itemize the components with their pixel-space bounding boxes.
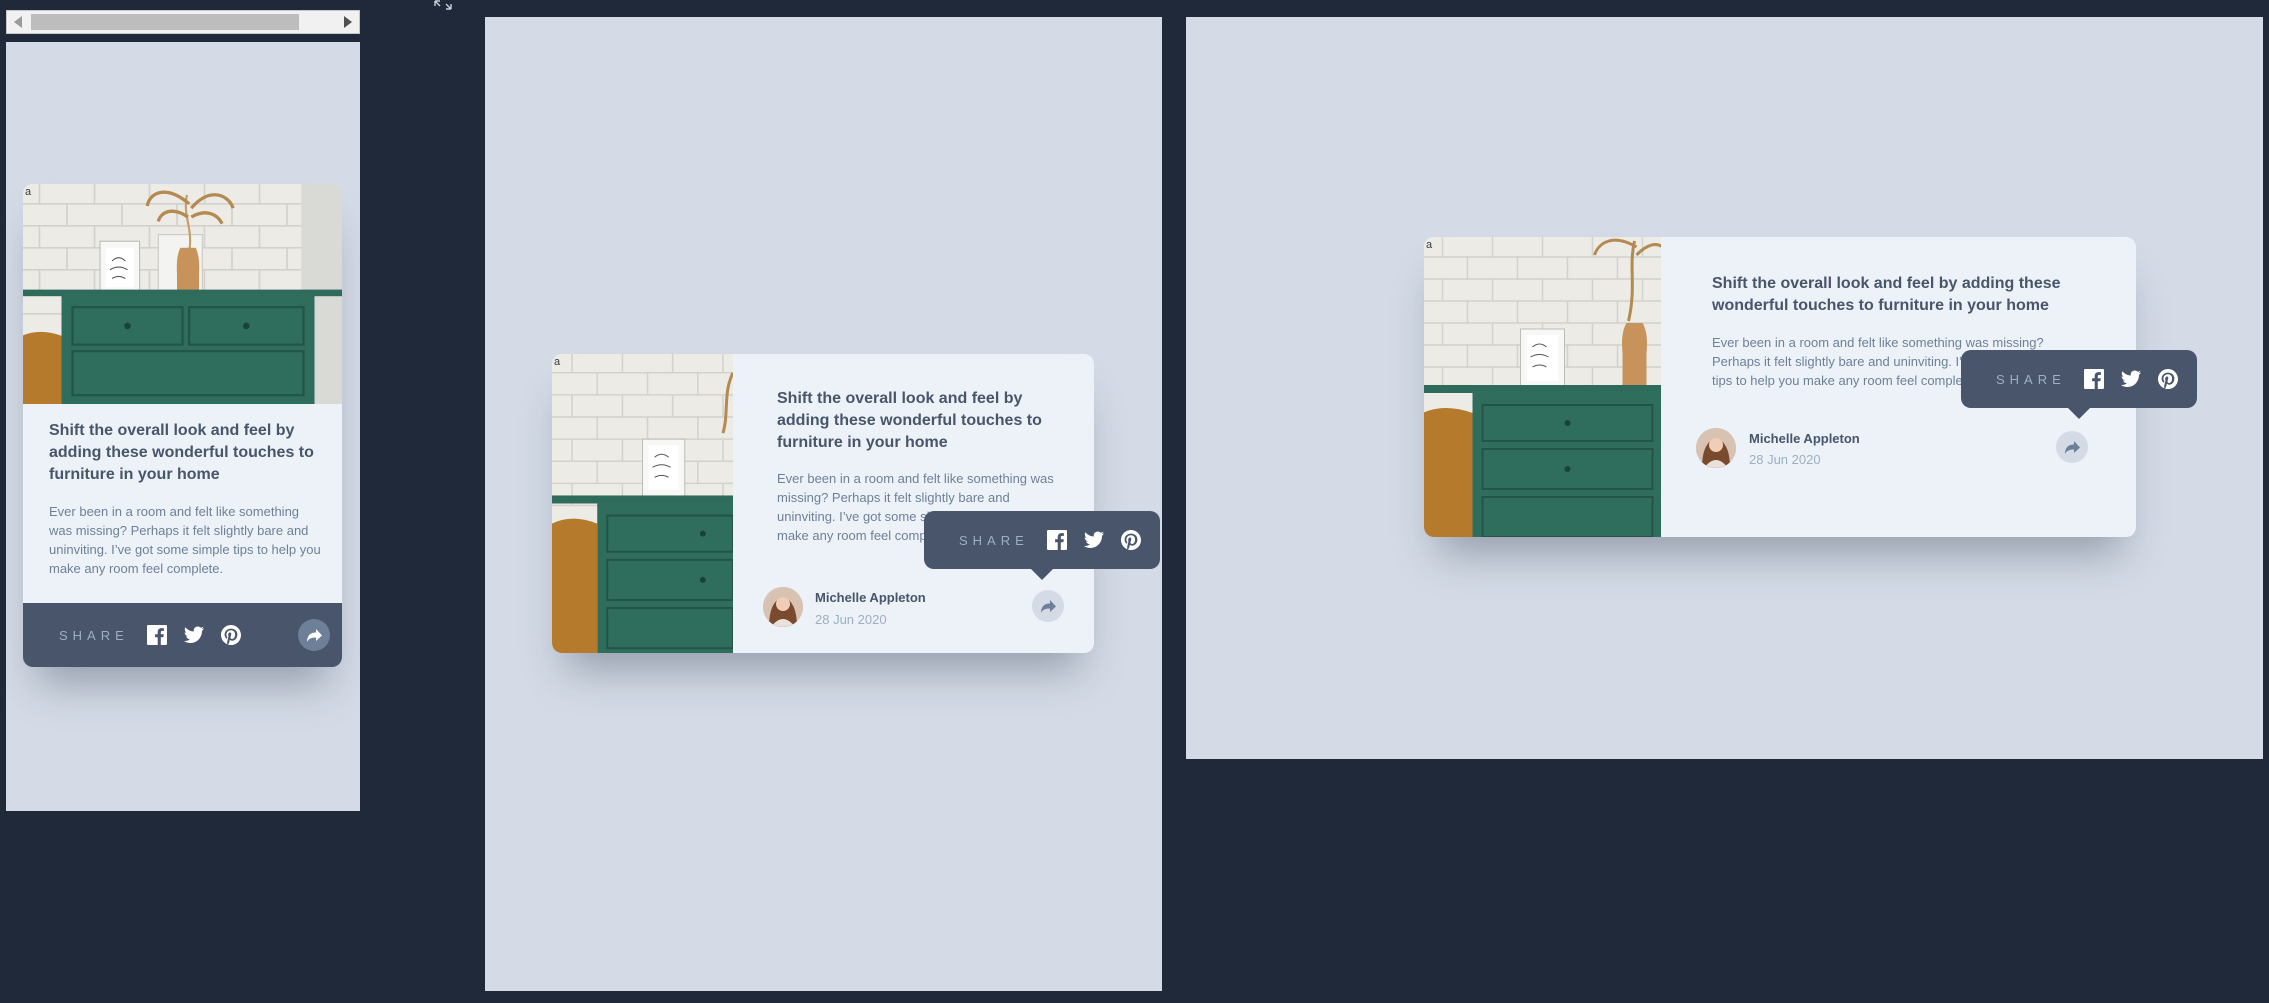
twitter-icon[interactable] bbox=[183, 625, 204, 645]
author-name: Michelle Appleton bbox=[815, 590, 926, 605]
article-title: Shift the overall look and feel by addin… bbox=[49, 422, 314, 483]
scroll-right-arrow-icon[interactable] bbox=[344, 16, 352, 28]
avatar bbox=[1696, 428, 1736, 468]
avatar bbox=[763, 587, 803, 627]
share-toggle-button[interactable] bbox=[2056, 431, 2088, 463]
article-photo: a bbox=[552, 354, 733, 653]
drawers-photo bbox=[1424, 237, 1661, 537]
share-arrow-icon bbox=[1040, 599, 1056, 613]
scroll-left-arrow-icon[interactable] bbox=[14, 16, 22, 28]
publish-date: 28 Jun 2020 bbox=[1749, 452, 1821, 467]
horizontal-scrollbar[interactable] bbox=[6, 10, 360, 34]
article-card: a Shift the overall look and feel by add… bbox=[23, 184, 342, 667]
article-card: a Shift the overall look and feel by add… bbox=[552, 354, 1094, 653]
drawers-photo bbox=[552, 354, 733, 653]
twitter-icon[interactable] bbox=[2120, 369, 2141, 389]
article-photo: a bbox=[1424, 237, 1661, 537]
share-arrow-icon bbox=[306, 628, 322, 642]
share-toggle-button[interactable] bbox=[298, 619, 330, 651]
image-alt-text: a bbox=[1426, 239, 1433, 251]
article-photo: a bbox=[23, 184, 342, 404]
share-tooltip: SHARE bbox=[1961, 350, 2197, 419]
share-bar: SHARE bbox=[23, 603, 342, 667]
share-label: SHARE bbox=[59, 627, 129, 643]
facebook-icon[interactable] bbox=[2083, 369, 2104, 389]
image-alt-text: a bbox=[25, 186, 32, 198]
article-title: Shift the overall look and feel by addin… bbox=[1712, 275, 2061, 314]
publish-date: 28 Jun 2020 bbox=[815, 612, 887, 627]
author-name: Michelle Appleton bbox=[1749, 431, 1860, 446]
mobile-preview: a Shift the overall look and feel by add… bbox=[6, 42, 360, 811]
article-excerpt: Ever been in a room and felt like someth… bbox=[49, 504, 321, 576]
share-label: SHARE bbox=[959, 532, 1029, 548]
expand-icon[interactable] bbox=[434, 0, 452, 10]
drawers-photo bbox=[23, 184, 342, 404]
share-arrow-icon bbox=[2064, 440, 2080, 454]
share-label: SHARE bbox=[1996, 371, 2066, 387]
facebook-icon[interactable] bbox=[146, 625, 167, 645]
pinterest-icon[interactable] bbox=[2157, 369, 2178, 389]
image-alt-text: a bbox=[554, 356, 561, 368]
desktop-preview: a Shift the overall look and feel by add… bbox=[1186, 17, 2263, 759]
pinterest-icon[interactable] bbox=[220, 625, 241, 645]
pinterest-icon[interactable] bbox=[1120, 530, 1141, 550]
scrollbar-thumb[interactable] bbox=[31, 14, 299, 30]
share-tooltip: SHARE bbox=[924, 511, 1160, 580]
article-title: Shift the overall look and feel by addin… bbox=[777, 390, 1042, 451]
share-toggle-button[interactable] bbox=[1032, 590, 1064, 622]
tablet-preview: a Shift the overall look and feel by add… bbox=[485, 17, 1162, 991]
twitter-icon[interactable] bbox=[1083, 530, 1104, 550]
facebook-icon[interactable] bbox=[1046, 530, 1067, 550]
